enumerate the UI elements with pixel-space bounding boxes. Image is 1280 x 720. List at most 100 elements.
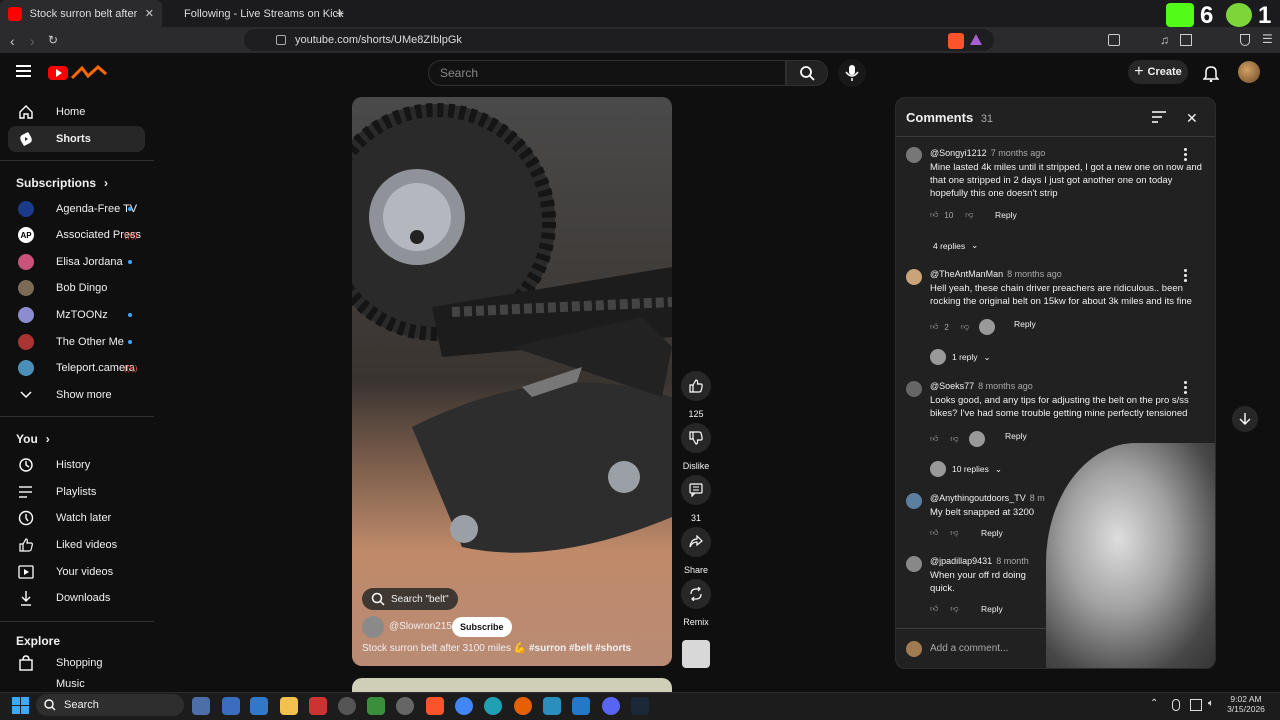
taskbar-search[interactable]: Search [36,694,184,716]
windows-start-icon[interactable] [12,697,30,715]
reply-button[interactable]: Reply [1014,319,1036,329]
next-short-preview[interactable] [352,678,672,692]
reply-button[interactable]: Reply [981,528,1003,538]
back-icon[interactable]: ‹ [10,33,15,49]
add-comment-input[interactable]: Add a comment... [930,643,1008,654]
menu-icon[interactable]: ☰ [1262,32,1273,46]
thumb-up-icon[interactable]: 👍︎ [930,604,938,614]
sidebar-item-playlists[interactable]: Playlists [8,479,145,505]
sidebar-sub-mztoonz[interactable]: MzTOONz [8,302,145,328]
file-explorer-icon[interactable] [280,697,298,715]
dislike-button[interactable]: Dislike [681,423,711,471]
view-replies-button[interactable]: 4 replies ⌄ [933,240,978,251]
sidebar-sub-agenda-free-tv[interactable]: Agenda-Free TV [8,196,145,222]
tray-chevron-icon[interactable]: ⌃ [1150,698,1158,709]
edge-icon[interactable] [484,697,502,715]
sidebar-sub-bob-dingo[interactable]: Bob Dingo [8,275,145,301]
new-tab-icon[interactable]: + [336,5,344,21]
app-icon[interactable] [250,697,268,715]
mic-tray-icon[interactable] [1172,699,1180,711]
search-input[interactable] [428,60,786,86]
show-more-button[interactable]: Show more [8,382,145,408]
thumb-down-icon[interactable]: 👎︎ [965,210,973,220]
volume-tray-icon[interactable]: 🔈︎ [1208,698,1214,709]
app-icon[interactable] [309,697,327,715]
clock[interactable]: 9:02 AM 3/15/2026 [1226,694,1266,714]
url-text[interactable]: youtube.com/shorts/UMe8ZIblpGk [295,34,462,46]
discord-icon[interactable] [602,697,620,715]
thumb-down-icon[interactable]: 👎︎ [950,604,958,614]
sidebar-item-watch-later[interactable]: Watch later [8,505,145,531]
forward-icon[interactable]: › [30,33,35,49]
app-icon[interactable] [338,697,356,715]
tab-youtube-short[interactable]: Stock surron belt after 3100 m ✕ [0,0,162,27]
comment-avatar[interactable] [906,147,922,163]
brave-browser-icon[interactable] [426,697,444,715]
reply-button[interactable]: Reply [981,604,1003,614]
sidebar-sub-elisa-jordana[interactable]: Elisa Jordana [8,249,145,275]
app-icon[interactable] [396,697,414,715]
short-video-player[interactable]: Search "belt" @Slowron215 Subscribe Stoc… [352,97,672,666]
voice-search-button[interactable] [838,59,866,87]
network-tray-icon[interactable] [1190,699,1202,711]
comment-avatar[interactable] [906,269,922,285]
comment-author[interactable]: @TheAntManMan 8 months ago [930,269,1062,279]
vpn-shield-icon[interactable] [1240,34,1250,46]
close-comments-icon[interactable]: ✕ [1186,110,1198,127]
site-info-icon[interactable] [276,35,286,45]
account-avatar[interactable] [1238,61,1260,83]
sidebar-sub-the-other-me[interactable]: The Other Me [8,329,145,355]
view-replies-button[interactable]: 1 reply ⌄ [930,349,991,365]
firefox-icon[interactable] [514,697,532,715]
subscriptions-heading[interactable]: Subscriptions › [16,176,108,190]
close-tab-icon[interactable]: ✕ [145,7,154,20]
thumb-down-icon[interactable]: 👎︎ [950,528,958,538]
thumb-up-icon[interactable]: 👍︎ [930,434,938,444]
view-replies-button[interactable]: 10 replies ⌄ [930,461,1002,477]
you-heading[interactable]: You › [16,432,50,446]
reply-button[interactable]: Reply [1005,431,1027,441]
create-button[interactable]: + Create [1128,60,1188,84]
comment-author[interactable]: @jpadillap9431 8 month [930,556,1029,566]
tab-kick[interactable]: Following - Live Streams on Kick [168,0,344,27]
youtube-logo[interactable] [48,64,108,82]
task-view-icon[interactable] [192,697,210,715]
reload-icon[interactable]: ↻ [48,33,58,47]
chrome-icon[interactable] [455,697,473,715]
sidebar-item-home[interactable]: Home [8,99,145,125]
app-icon[interactable] [222,697,240,715]
brave-rewards-icon[interactable] [970,34,982,45]
sidebar-item-shopping[interactable]: Shopping [8,650,145,676]
scroll-down-icon[interactable] [1232,406,1258,432]
sidebar-item-liked-videos[interactable]: Liked videos [8,532,145,558]
comment-author[interactable]: @Soeks77 8 months ago [930,381,1033,391]
guide-menu-icon[interactable] [16,64,32,78]
app-icon[interactable] [543,697,561,715]
like-button[interactable]: 125 [681,371,711,419]
media-icon[interactable]: ♫ [1160,33,1169,47]
comment-avatar[interactable] [906,493,922,509]
comment-avatar[interactable] [906,381,922,397]
steam-icon[interactable] [631,697,649,715]
comments-button[interactable]: 31 [681,475,711,523]
remix-button[interactable]: Remix [681,579,711,627]
channel-avatar[interactable] [362,616,384,638]
comment-avatar[interactable] [906,556,922,572]
sidebar-item-music[interactable]: Music [8,676,145,692]
thumb-down-icon[interactable]: 👎︎ [950,434,958,444]
notifications-bell-icon[interactable] [1203,64,1219,82]
channel-name[interactable]: @Slowron215 [389,621,452,632]
search-button[interactable] [786,60,828,86]
app-icon[interactable] [367,697,385,715]
vscode-icon[interactable] [572,697,590,715]
comment-author[interactable]: @Anythingoutdoors_TV 8 m [930,493,1045,503]
reply-button[interactable]: Reply [995,210,1017,220]
thumb-up-icon[interactable]: 👍︎ [930,210,938,220]
brave-shield-icon[interactable] [948,33,964,49]
comment-author[interactable]: @Songyi1212 7 months ago [930,148,1045,158]
thumb-up-icon[interactable]: 👍︎ [930,322,938,332]
sound-thumbnail[interactable] [682,640,710,668]
sidebar-item-downloads[interactable]: Downloads [8,585,145,611]
subscribe-button[interactable]: Subscribe [452,617,512,637]
sort-icon[interactable] [1152,111,1166,123]
